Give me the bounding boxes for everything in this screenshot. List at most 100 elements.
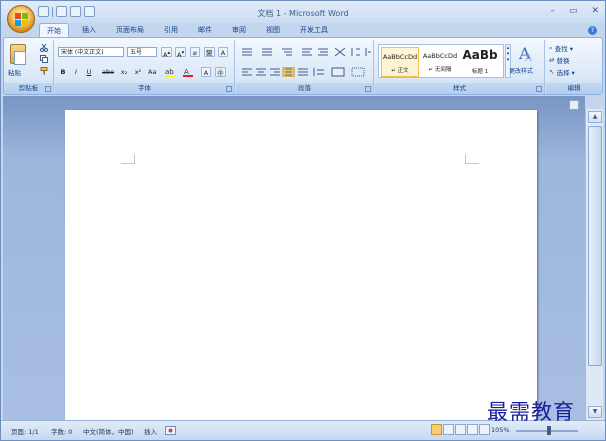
view-buttons (431, 424, 490, 435)
change-styles-icon[interactable]: A A (517, 43, 537, 63)
web-layout-view-icon[interactable] (455, 424, 466, 435)
zoom-slider-thumb[interactable] (547, 426, 551, 435)
style-no-spacing[interactable]: AaBbCcDd ↵ 无间隔 (421, 47, 459, 77)
character-border-icon[interactable]: A (218, 47, 228, 57)
style-heading-1-sample: AaBb (462, 48, 498, 62)
font-group: 宋体 (中文正文) 五号 A▴ A▾ ⌀ 變 A B I U abe x₂ x²… (55, 40, 235, 94)
enclose-characters-icon[interactable]: ㊥ (215, 67, 226, 77)
font-color-icon[interactable]: A (183, 67, 195, 77)
paragraph-row1-icons (242, 47, 371, 57)
clear-format-icon[interactable]: ⌀ (190, 47, 200, 57)
tab-insert[interactable]: 插入 (75, 23, 103, 38)
tab-review[interactable]: 审阅 (225, 23, 253, 38)
select-arrow-icon: ↖ (549, 68, 555, 76)
office-button[interactable] (7, 5, 35, 33)
change-case-button[interactable]: Aa (147, 67, 157, 77)
replace-button[interactable]: ⇄ 替换 (549, 55, 569, 65)
format-painter-icon[interactable] (40, 67, 48, 75)
styles-launcher-icon[interactable] (536, 86, 542, 92)
vertical-scrollbar[interactable]: ▲ ▼ (585, 109, 603, 420)
full-screen-reading-view-icon[interactable] (443, 424, 454, 435)
cut-icon[interactable] (40, 44, 48, 52)
outline-view-icon[interactable] (467, 424, 478, 435)
paste-icon[interactable] (10, 44, 26, 65)
ribbon: 粘贴 剪贴板 宋体 (中文正文) 五号 A▴ A▾ ⌀ 變 A B I U ab… (3, 37, 603, 95)
qat-separator (52, 6, 53, 17)
print-layout-view-icon[interactable] (431, 424, 442, 435)
print-preview-icon[interactable] (84, 6, 95, 17)
shrink-font-icon[interactable]: A▾ (175, 47, 187, 59)
top-right-margin-mark (465, 154, 479, 164)
scroll-up-arrow-icon[interactable]: ▲ (588, 111, 602, 123)
view-ruler-button[interactable] (569, 100, 579, 110)
strikethrough-button[interactable]: abe (101, 67, 115, 77)
macro-record-icon[interactable] (165, 425, 176, 436)
binoculars-icon: ⌕ (549, 43, 553, 52)
style-normal-sample: AaBbCcDd (382, 53, 418, 61)
close-button[interactable]: ✕ (591, 6, 599, 16)
italic-button[interactable]: I (71, 67, 81, 77)
bold-button[interactable]: B (58, 67, 68, 77)
status-language[interactable]: 中文(简体，中国) (83, 426, 134, 436)
paste-button-label[interactable]: 粘贴 (8, 67, 21, 77)
styles-group-label: 样式 (375, 83, 544, 94)
styles-gallery: AaBbCcDd ↵ 正文 AaBbCcDd ↵ 无间隔 AaBb 标题 1 (378, 44, 504, 78)
tab-developer[interactable]: 开发工具 (293, 23, 335, 38)
paragraph-group-label: 段落 (236, 83, 373, 94)
font-launcher-icon[interactable] (226, 86, 232, 92)
status-insert-mode[interactable]: 插入 (144, 426, 157, 436)
find-button[interactable]: ⌕ 查找 ▾ (549, 43, 573, 54)
clipboard-launcher-icon[interactable] (45, 86, 51, 92)
document-area (3, 96, 585, 420)
status-page[interactable]: 页面: 1/1 (11, 426, 39, 436)
style-no-spacing-sample: AaBbCcDd (422, 52, 458, 60)
style-no-spacing-name: ↵ 无间隔 (428, 67, 452, 73)
scroll-down-arrow-icon[interactable]: ▼ (588, 406, 602, 418)
phonetic-guide-icon[interactable]: 變 (204, 47, 215, 57)
redo-icon[interactable] (70, 6, 81, 17)
font-group-label: 字体 (55, 83, 234, 94)
editing-group: ⌕ 查找 ▾ ⇄ 替换 ↖ 选择 ▾ 编辑 (546, 40, 602, 94)
help-icon[interactable]: ? (588, 26, 597, 35)
grow-font-icon[interactable]: A▴ (161, 47, 173, 59)
top-left-margin-mark (121, 154, 135, 164)
subscript-button[interactable]: x₂ (119, 67, 129, 77)
title-bar: 文档 1 - Microsoft Word – ▭ ✕ (1, 1, 605, 23)
save-icon[interactable] (38, 6, 49, 17)
scroll-thumb[interactable] (588, 126, 602, 366)
svg-text:ab: ab (165, 68, 174, 76)
underline-button[interactable]: U (84, 67, 94, 77)
watermark-text: 最需教育 (487, 400, 575, 424)
character-shading-icon[interactable]: A (201, 67, 211, 77)
zoom-level[interactable]: 105% (491, 426, 510, 434)
tab-view[interactable]: 视图 (259, 23, 287, 38)
superscript-button[interactable]: x² (133, 67, 143, 77)
tab-references[interactable]: 引用 (157, 23, 185, 38)
status-words[interactable]: 字数: 0 (51, 426, 72, 436)
replace-icon: ⇄ (549, 56, 555, 64)
ribbon-tabs: 开始 插入 页面布局 引用 邮件 审阅 视图 开发工具 (39, 23, 335, 38)
document-page[interactable] (65, 110, 537, 420)
tab-home[interactable]: 开始 (39, 23, 69, 38)
style-heading-1-name: 标题 1 (471, 69, 489, 75)
select-button[interactable]: ↖ 选择 ▾ (549, 67, 575, 77)
tab-page-layout[interactable]: 页面布局 (109, 23, 151, 38)
select-label: 选择 ▾ (556, 69, 575, 77)
font-size-select[interactable]: 五号 (127, 47, 157, 57)
svg-text:A: A (524, 53, 533, 63)
styles-group: AaBbCcDd ↵ 正文 AaBbCcDd ↵ 无间隔 AaBb 标题 1 ▴… (375, 40, 545, 94)
editing-group-label: 编辑 (546, 83, 602, 94)
minimize-button[interactable]: – (550, 6, 555, 16)
office-logo-icon (15, 13, 28, 26)
style-heading-1[interactable]: AaBb 标题 1 (461, 47, 499, 77)
undo-icon[interactable] (56, 6, 67, 17)
font-name-select[interactable]: 宋体 (中文正文) (58, 47, 124, 57)
paragraph-launcher-icon[interactable] (365, 86, 371, 92)
tab-mailings[interactable]: 邮件 (191, 23, 219, 38)
highlight-color-icon[interactable]: ab (165, 67, 179, 77)
change-styles-label[interactable]: 更改样式 (509, 66, 533, 75)
restore-button[interactable]: ▭ (569, 6, 578, 16)
copy-icon[interactable] (40, 55, 48, 63)
style-normal[interactable]: AaBbCcDd ↵ 正文 (381, 47, 419, 77)
window-controls: – ▭ ✕ (550, 6, 599, 16)
